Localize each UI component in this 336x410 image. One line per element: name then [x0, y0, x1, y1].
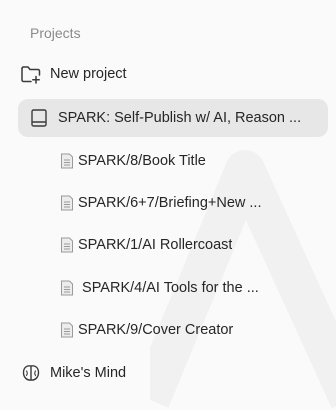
- conversation-label: SPARK/1/AI Rollercoast: [78, 237, 233, 253]
- projects-section-header: Projects: [30, 25, 81, 41]
- conversation-label: SPARK/8/Book Title: [78, 153, 206, 169]
- document-icon: [59, 194, 75, 212]
- conversation-item[interactable]: SPARK/9/Cover Creator: [59, 313, 328, 347]
- conversation-item[interactable]: SPARK/6+7/Briefing+New ...: [59, 186, 328, 220]
- project-label: Mike's Mind: [50, 365, 127, 381]
- new-project-label: New project: [50, 66, 127, 82]
- conversation-item[interactable]: SPARK/8/Book Title: [59, 144, 328, 178]
- project-item-mikes-mind[interactable]: Mike's Mind: [20, 356, 330, 390]
- project-label: SPARK: Self-Publish w/ AI, Reason ...: [58, 110, 302, 126]
- conversation-item[interactable]: SPARK/4/AI Tools for the ...: [59, 271, 328, 305]
- conversation-item[interactable]: SPARK/1/AI Rollercoast: [59, 228, 328, 262]
- new-project-button[interactable]: New project: [20, 57, 330, 91]
- document-icon: [59, 321, 75, 339]
- project-item-spark[interactable]: SPARK: Self-Publish w/ AI, Reason ...: [18, 99, 328, 137]
- document-icon: [59, 152, 75, 170]
- document-icon: [59, 279, 75, 297]
- document-icon: [59, 236, 75, 254]
- projects-sidebar: Projects New project SPARK: Self-Publish…: [0, 0, 336, 398]
- conversation-label: SPARK/9/Cover Creator: [78, 322, 234, 338]
- brain-icon: [20, 362, 42, 384]
- book-icon: [28, 107, 50, 129]
- folder-plus-icon: [20, 63, 42, 85]
- conversation-label: SPARK/4/AI Tools for the ...: [78, 280, 259, 296]
- conversation-label: SPARK/6+7/Briefing+New ...: [78, 195, 262, 211]
